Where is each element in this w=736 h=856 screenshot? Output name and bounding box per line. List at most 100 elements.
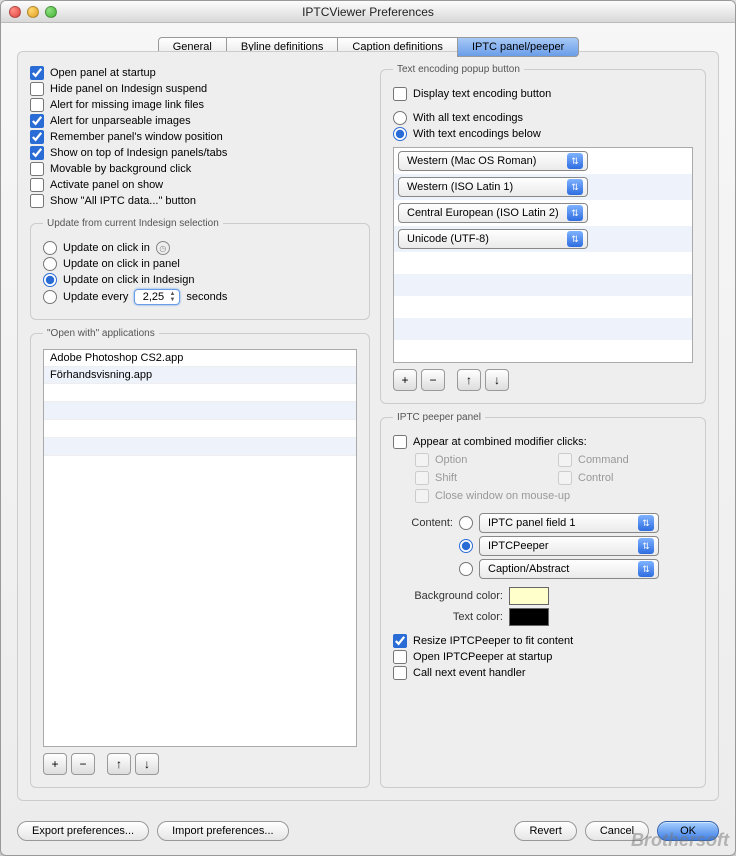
encoding-buttons: + − ↑ ↓: [393, 369, 693, 391]
open-with-buttons: + − ↑ ↓: [43, 753, 357, 775]
export-button[interactable]: Export preferences...: [17, 821, 149, 841]
check-alert-unparseable[interactable]: Alert for unparseable images: [30, 114, 370, 128]
interval-field[interactable]: [139, 291, 167, 303]
encoding-legend: Text encoding popup button: [393, 64, 524, 75]
bg-color-well[interactable]: [509, 587, 549, 605]
move-down-button[interactable]: ↓: [485, 369, 509, 391]
radio-click-in-clock[interactable]: Update on click in ◷: [43, 241, 357, 255]
bg-color-row: Background color:: [393, 587, 693, 605]
content-area: Open panel at startup Hide panel on Inde…: [17, 51, 719, 801]
import-button[interactable]: Import preferences...: [157, 821, 289, 841]
ok-button[interactable]: OK: [657, 821, 719, 841]
radio-content-1[interactable]: [459, 516, 473, 530]
content-label: Content:: [393, 517, 453, 529]
chevron-updown-icon: [638, 515, 654, 531]
check-alert-missing[interactable]: Alert for missing image link files: [30, 98, 370, 112]
content-popup-3[interactable]: Caption/Abstract: [479, 559, 659, 579]
list-item: [44, 438, 356, 456]
preferences-window: IPTCViewer Preferences General Byline de…: [0, 0, 736, 856]
check-call-next[interactable]: Call next event handler: [393, 666, 693, 680]
encoding-list[interactable]: Western (Mac OS Roman) Western (ISO Lati…: [393, 147, 693, 363]
check-open-peeper-startup[interactable]: Open IPTCPeeper at startup: [393, 650, 693, 664]
minimize-icon[interactable]: [27, 6, 39, 18]
check-display-encoding[interactable]: Display text encoding button: [393, 87, 693, 101]
move-down-button[interactable]: ↓: [135, 753, 159, 775]
add-button[interactable]: +: [393, 369, 417, 391]
check-movable-bg[interactable]: Movable by background click: [30, 162, 370, 176]
radio-encodings-below[interactable]: With text encodings below: [393, 127, 693, 141]
list-item[interactable]: Förhandsvisning.app: [44, 367, 356, 384]
check-appear-modifier[interactable]: Appear at combined modifier clicks:: [393, 435, 693, 449]
zoom-icon[interactable]: [45, 6, 57, 18]
update-group: Update from current Indesign selection U…: [30, 218, 370, 320]
radio-content-2[interactable]: [459, 539, 473, 553]
check-activate[interactable]: Activate panel on show: [30, 178, 370, 192]
content-popup-1[interactable]: IPTC panel field 1: [479, 513, 659, 533]
startup-options: Open panel at startup Hide panel on Inde…: [30, 64, 370, 210]
radio-content-3[interactable]: [459, 562, 473, 576]
close-icon[interactable]: [9, 6, 21, 18]
tab-iptc-panel[interactable]: IPTC panel/peeper: [457, 37, 579, 57]
text-color-well[interactable]: [509, 608, 549, 626]
check-command: Command: [558, 453, 693, 467]
list-item[interactable]: Unicode (UTF-8): [394, 226, 692, 252]
list-item[interactable]: Western (Mac OS Roman): [394, 148, 692, 174]
check-show-top[interactable]: Show on top of Indesign panels/tabs: [30, 146, 370, 160]
list-item: [394, 252, 692, 274]
check-control: Control: [558, 471, 693, 485]
check-option: Option: [415, 453, 550, 467]
chevron-updown-icon: [567, 179, 583, 195]
open-with-group: "Open with" applications Adobe Photoshop…: [30, 328, 370, 788]
add-button[interactable]: +: [43, 753, 67, 775]
cancel-button[interactable]: Cancel: [585, 821, 649, 841]
stepper-arrows-icon[interactable]: ▲▼: [169, 291, 175, 303]
clock-icon: ◷: [156, 241, 170, 255]
list-item: [394, 340, 692, 362]
peeper-group: IPTC peeper panel Appear at combined mod…: [380, 412, 706, 788]
remove-button[interactable]: −: [71, 753, 95, 775]
open-with-list[interactable]: Adobe Photoshop CS2.app Förhandsvisning.…: [43, 349, 357, 747]
bg-label: Background color:: [393, 590, 503, 602]
chevron-updown-icon: [638, 561, 654, 577]
traffic-lights: [9, 6, 57, 18]
encoding-popup[interactable]: Western (ISO Latin 1): [398, 177, 588, 197]
check-hide-suspend[interactable]: Hide panel on Indesign suspend: [30, 82, 370, 96]
update-legend: Update from current Indesign selection: [43, 218, 223, 229]
list-item[interactable]: Western (ISO Latin 1): [394, 174, 692, 200]
revert-button[interactable]: Revert: [514, 821, 576, 841]
check-remember-pos[interactable]: Remember panel's window position: [30, 130, 370, 144]
chevron-updown-icon: [567, 231, 583, 247]
encoding-popup[interactable]: Central European (ISO Latin 2): [398, 203, 588, 223]
titlebar: IPTCViewer Preferences: [1, 1, 735, 23]
remove-button[interactable]: −: [421, 369, 445, 391]
check-resize-peeper[interactable]: Resize IPTCPeeper to fit content: [393, 634, 693, 648]
list-item: [394, 274, 692, 296]
radio-click-panel[interactable]: Update on click in panel: [43, 257, 357, 271]
encoding-group: Text encoding popup button Display text …: [380, 64, 706, 404]
check-show-all[interactable]: Show "All IPTC data..." button: [30, 194, 370, 208]
text-label: Text color:: [393, 611, 503, 623]
chevron-updown-icon: [567, 205, 583, 221]
encoding-popup[interactable]: Unicode (UTF-8): [398, 229, 588, 249]
right-column: Text encoding popup button Display text …: [380, 64, 706, 788]
window-title: IPTCViewer Preferences: [9, 5, 727, 19]
check-close-mouseup: Close window on mouse-up: [415, 489, 693, 503]
content-popup-2[interactable]: IPTCPeeper: [479, 536, 659, 556]
encoding-popup[interactable]: Western (Mac OS Roman): [398, 151, 588, 171]
move-up-button[interactable]: ↑: [107, 753, 131, 775]
move-up-button[interactable]: ↑: [457, 369, 481, 391]
check-shift: Shift: [415, 471, 550, 485]
interval-stepper[interactable]: ▲▼: [134, 289, 180, 305]
list-item[interactable]: Central European (ISO Latin 2): [394, 200, 692, 226]
radio-all-encodings[interactable]: With all text encodings: [393, 111, 693, 125]
list-item: [44, 384, 356, 402]
chevron-updown-icon: [638, 538, 654, 554]
check-open-startup[interactable]: Open panel at startup: [30, 66, 370, 80]
list-item[interactable]: Adobe Photoshop CS2.app: [44, 350, 356, 367]
content-row-1: Content: IPTC panel field 1: [393, 513, 693, 533]
content-row-3: Caption/Abstract: [393, 559, 693, 579]
list-item: [394, 318, 692, 340]
radio-click-indesign[interactable]: Update on click in Indesign: [43, 273, 357, 287]
left-column: Open panel at startup Hide panel on Inde…: [30, 64, 370, 788]
radio-update-every[interactable]: Update every ▲▼ seconds: [43, 289, 357, 305]
